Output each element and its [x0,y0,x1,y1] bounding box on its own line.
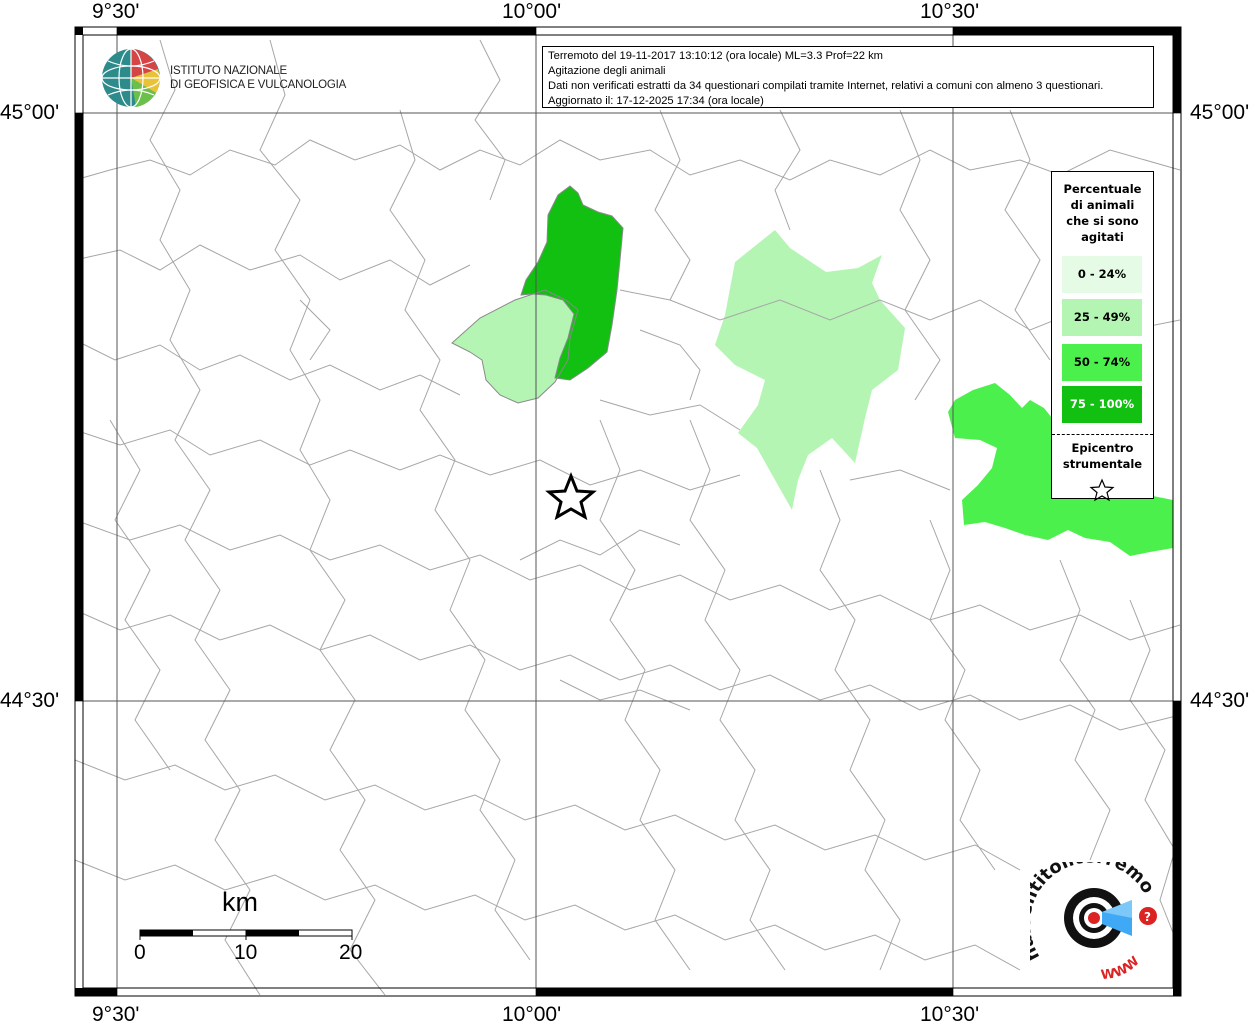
right-label-4430: 44°30' [1190,689,1250,712]
legend-title-line: di animali [1070,198,1135,212]
legend-epicenter-label: Epicentro strumentale [1052,440,1153,472]
event-line: Terremoto del 19-11-2017 13:10:12 (ora l… [548,50,883,62]
legend-epicenter-line: Epicentro [1071,441,1134,455]
event-info-box: Terremoto del 19-11-2017 13:10:12 (ora l… [542,46,1154,108]
top-label-930: 9°30' [92,0,140,23]
ingv-name-line2: DI GEOFISICA E VULCANOLOGIA [170,79,347,91]
updated-at: Aggiornato il: 17-12-2025 17:34 (ora loc… [548,95,764,107]
map-subject: Agitazione degli animali [548,65,666,77]
legend-epicenter-line: strumentale [1062,457,1143,471]
legend-title-line: agitati [1081,230,1124,244]
legend-class-75-100: 75 - 100% [1062,386,1142,423]
legend-class-50-74: 50 - 74% [1062,344,1142,381]
left-label-4500: 45°00' [0,101,60,124]
hai-sentito-logo: haisentitoilterremoto.it WWW ? [1014,846,1170,986]
scale-tick-0: 0 [134,941,146,964]
legend-class-25-49: 25 - 49% [1062,299,1142,336]
top-label-1000: 10°00' [502,0,562,23]
svg-text:?: ? [1144,910,1151,924]
scale-tick-20: 20 [339,941,363,964]
legend-title: Percentuale di animali che si sono agita… [1052,181,1153,245]
hsit-logo-www: WWW [1100,954,1142,983]
right-label-4500: 45°00' [1190,101,1250,124]
svg-text:WWW: WWW [1100,954,1142,982]
bottom-label-930: 9°30' [92,1003,140,1026]
ingv-globe-icon [100,47,162,113]
legend-class-0-24: 0 - 24% [1062,256,1142,293]
ingv-name-line1: ISTITUTO NAZIONALE [170,65,287,77]
scale-unit: km [222,887,258,917]
legend-title-line: che si sono [1066,214,1139,228]
legend-star-icon [1089,478,1115,502]
ingv-name: ISTITUTO NAZIONALE DI GEOFISICA E VULCAN… [170,64,346,92]
bottom-label-1030: 10°30' [920,1003,980,1026]
legend-title-line: Percentuale [1063,182,1142,196]
scale-bar: km 0 10 20 [130,885,370,975]
top-label-1030: 10°30' [920,0,980,23]
legend: Percentuale di animali che si sono agita… [1051,171,1154,502]
left-label-4430: 44°30' [0,689,60,712]
data-note: Dati non verificati estratti da 34 quest… [548,80,1104,92]
scale-tick-10: 10 [234,941,258,964]
bottom-label-1000: 10°00' [502,1003,562,1026]
legend-separator [1052,434,1153,435]
